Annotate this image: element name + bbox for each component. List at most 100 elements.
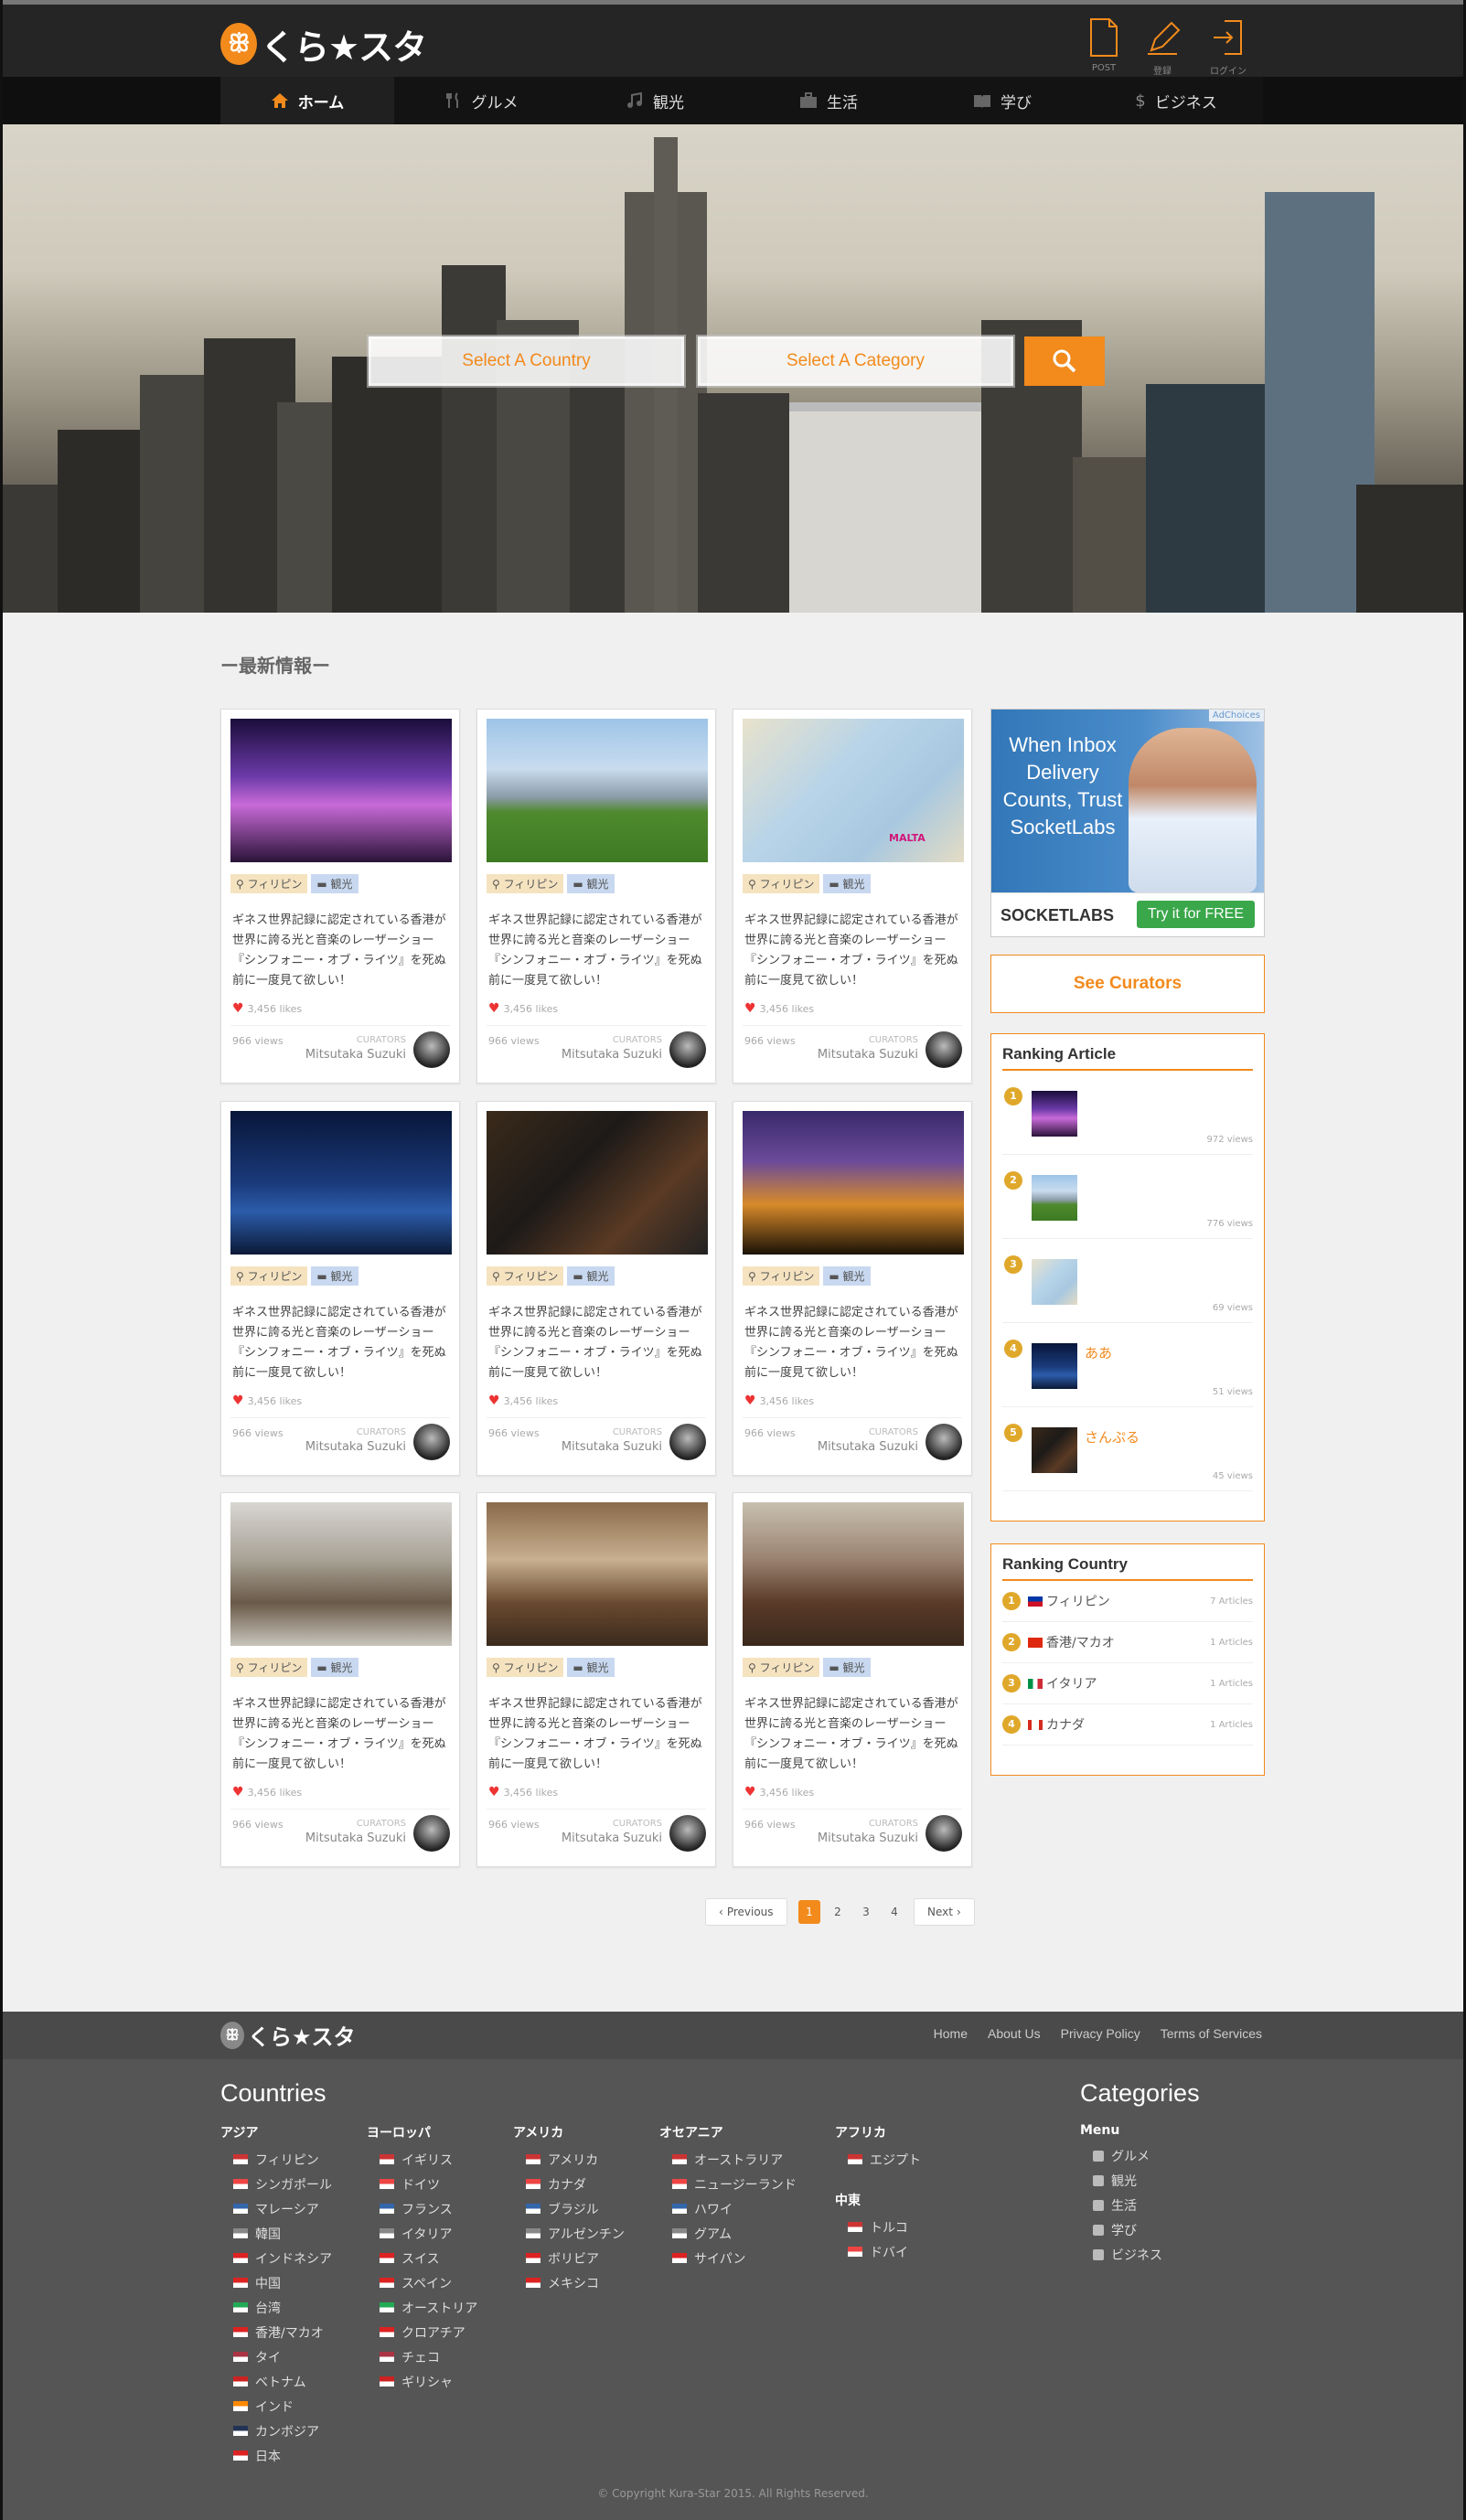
country-name[interactable]: フィリピン xyxy=(1046,1592,1110,1610)
footer-country-link[interactable]: フィリピン xyxy=(220,2147,332,2172)
nav-item-learning[interactable]: 学び xyxy=(915,77,1089,124)
category-tag[interactable]: ▬ 観光 xyxy=(311,874,358,893)
article-description[interactable]: ギネス世界記録に認定されている香港が世界に誇る光と音楽のレーザーショー『シンフォ… xyxy=(232,1694,450,1775)
article-image[interactable] xyxy=(487,719,708,862)
heart-icon[interactable]: ♥ xyxy=(488,1785,500,1799)
ranking-article-item[interactable]: 1 972 views xyxy=(1002,1071,1253,1155)
nav-item-sightseeing[interactable]: 観光 xyxy=(568,77,742,124)
ranking-thumbnail[interactable] xyxy=(1032,1091,1077,1137)
country-name[interactable]: イタリア xyxy=(1046,1674,1097,1692)
page-3[interactable]: 3 xyxy=(855,1900,877,1924)
category-tag[interactable]: ▬ 観光 xyxy=(823,1266,871,1286)
footer-link-about[interactable]: About Us xyxy=(988,2026,1041,2041)
article-likes[interactable]: ♥ 3,456 likes xyxy=(488,1393,558,1408)
category-tag[interactable]: ▬ 観光 xyxy=(567,1658,615,1677)
article-image[interactable] xyxy=(487,1111,708,1255)
search-button[interactable] xyxy=(1024,336,1105,386)
country-tag[interactable]: ⚲ フィリピン xyxy=(487,1266,564,1286)
footer-link-terms[interactable]: Terms of Services xyxy=(1161,2026,1262,2041)
footer-country-link[interactable]: 中国 xyxy=(220,2270,332,2295)
article-card[interactable]: ⚲ フィリピン ▬ 観光 ギネス世界記録に認定されている香港が世界に誇る光と音楽のレ… xyxy=(476,1101,716,1476)
footer-country-link[interactable]: ニュージーランド xyxy=(659,2172,797,2196)
footer-country-link[interactable]: インドネシア xyxy=(220,2246,332,2270)
ranking-article-item[interactable]: 5 さんぷる 45 views xyxy=(1002,1407,1253,1491)
country-tag[interactable]: ⚲ フィリピン xyxy=(743,1658,820,1677)
category-tag[interactable]: ▬ 観光 xyxy=(311,1658,358,1677)
category-tag[interactable]: ▬ 観光 xyxy=(311,1266,358,1286)
footer-country-link[interactable]: カンボジア xyxy=(220,2419,332,2443)
article-card[interactable]: ⚲ フィリピン ▬ 観光 ギネス世界記録に認定されている香港が世界に誇る光と音楽のレ… xyxy=(476,1492,716,1867)
article-description[interactable]: ギネス世界記録に認定されている香港が世界に誇る光と音楽のレーザーショー『シンフォ… xyxy=(488,911,706,991)
author-avatar[interactable] xyxy=(926,1424,962,1460)
article-description[interactable]: ギネス世界記録に認定されている香港が世界に誇る光と音楽のレーザーショー『シンフォ… xyxy=(232,911,450,991)
footer-country-link[interactable]: インド xyxy=(220,2394,332,2419)
article-image[interactable] xyxy=(230,1502,452,1646)
author-name[interactable]: Mitsutaka Suzuki xyxy=(562,1048,662,1062)
article-likes[interactable]: ♥ 3,456 likes xyxy=(232,1001,302,1016)
footer-country-link[interactable]: ドイツ xyxy=(367,2172,477,2196)
nav-item-business[interactable]: $ ビジネス xyxy=(1089,77,1263,124)
footer-country-link[interactable]: サイパン xyxy=(659,2246,797,2270)
footer-country-link[interactable]: ギリシャ xyxy=(367,2369,477,2394)
footer-country-link[interactable]: フランス xyxy=(367,2196,477,2221)
country-select[interactable]: Select A Country xyxy=(369,336,684,386)
ranking-article-title[interactable]: ああ xyxy=(1085,1343,1112,1362)
category-tag[interactable]: ▬ 観光 xyxy=(823,874,871,893)
category-tag[interactable]: ▬ 観光 xyxy=(567,874,615,893)
footer-link-home[interactable]: Home xyxy=(934,2026,968,2041)
article-description[interactable]: ギネス世界記録に認定されている香港が世界に誇る光と音楽のレーザーショー『シンフォ… xyxy=(488,1694,706,1775)
footer-country-link[interactable]: ドバイ xyxy=(835,2239,908,2264)
footer-country-link[interactable]: メキシコ xyxy=(513,2270,625,2295)
footer-country-link[interactable]: 香港/マカオ xyxy=(220,2320,332,2344)
country-tag[interactable]: ⚲ フィリピン xyxy=(230,874,308,893)
footer-country-link[interactable]: エジプト xyxy=(835,2147,921,2172)
article-card[interactable]: ⚲ フィリピン ▬ 観光ギネス世界記録に認定されている香港が世界に誇る光と音楽のレ… xyxy=(220,1492,460,1867)
ranking-thumbnail[interactable] xyxy=(1032,1175,1077,1221)
country-tag[interactable]: ⚲ フィリピン xyxy=(230,1658,308,1677)
author-avatar[interactable] xyxy=(926,1031,962,1068)
ranking-article-item[interactable]: 2 776 views xyxy=(1002,1155,1253,1239)
author-avatar[interactable] xyxy=(413,1815,450,1852)
ranking-article-item[interactable]: 3 69 views xyxy=(1002,1239,1253,1323)
article-likes[interactable]: ♥ 3,456 likes xyxy=(488,1785,558,1799)
footer-country-link[interactable]: ハワイ xyxy=(659,2196,797,2221)
category-select[interactable]: Select A Category xyxy=(698,336,1013,386)
author-name[interactable]: Mitsutaka Suzuki xyxy=(818,1831,918,1845)
author-avatar[interactable] xyxy=(669,1424,706,1460)
adchoices-label[interactable]: AdChoices xyxy=(1208,710,1264,721)
author-avatar[interactable] xyxy=(669,1031,706,1068)
footer-country-link[interactable]: 台湾 xyxy=(220,2295,332,2320)
nav-item-life[interactable]: 生活 xyxy=(742,77,915,124)
ranking-article-item[interactable]: 4 ああ 51 views xyxy=(1002,1323,1253,1407)
footer-country-link[interactable]: マレーシア xyxy=(220,2196,332,2221)
ranking-thumbnail[interactable] xyxy=(1032,1343,1077,1389)
ranking-country-item[interactable]: 2 香港/マカオ 1 Articles xyxy=(1002,1622,1253,1663)
author-name[interactable]: Mitsutaka Suzuki xyxy=(818,1440,918,1454)
footer-country-link[interactable]: タイ xyxy=(220,2344,332,2369)
footer-link-privacy[interactable]: Privacy Policy xyxy=(1061,2026,1140,2041)
login-button[interactable]: ログイン xyxy=(1201,17,1256,77)
article-description[interactable]: ギネス世界記録に認定されている香港が世界に誇る光と音楽のレーザーショー『シンフォ… xyxy=(744,1303,962,1383)
article-likes[interactable]: ♥ 3,456 likes xyxy=(744,1001,814,1016)
heart-icon[interactable]: ♥ xyxy=(744,1001,756,1016)
ranking-country-item[interactable]: 3 イタリア 1 Articles xyxy=(1002,1663,1253,1704)
footer-country-link[interactable]: スイス xyxy=(367,2246,477,2270)
footer-country-link[interactable]: グアム xyxy=(659,2221,797,2246)
author-avatar[interactable] xyxy=(413,1424,450,1460)
category-tag[interactable]: ▬ 観光 xyxy=(567,1266,615,1286)
author-name[interactable]: Mitsutaka Suzuki xyxy=(562,1831,662,1845)
footer-country-link[interactable]: イギリス xyxy=(367,2147,477,2172)
country-tag[interactable]: ⚲ フィリピン xyxy=(487,874,564,893)
article-image[interactable] xyxy=(743,1111,964,1255)
article-card[interactable]: ⚲ フィリピン ▬ 観光ギネス世界記録に認定されている香港が世界に誇る光と音楽のレ… xyxy=(220,709,460,1084)
article-image[interactable] xyxy=(487,1502,708,1646)
footer-country-link[interactable]: クロアチア xyxy=(367,2320,477,2344)
footer-country-link[interactable]: ボリビア xyxy=(513,2246,625,2270)
footer-country-link[interactable]: 韓国 xyxy=(220,2221,332,2246)
author-name[interactable]: Mitsutaka Suzuki xyxy=(305,1048,406,1062)
footer-country-link[interactable]: チェコ xyxy=(367,2344,477,2369)
footer-country-link[interactable]: スペイン xyxy=(367,2270,477,2295)
nav-item-gourmet[interactable]: グルメ xyxy=(394,77,568,124)
author-name[interactable]: Mitsutaka Suzuki xyxy=(562,1440,662,1454)
article-card[interactable]: ⚲ フィリピン ▬ 観光 ギネス世界記録に認定されている香港が世界に誇る光と音楽のレ… xyxy=(220,1101,460,1476)
